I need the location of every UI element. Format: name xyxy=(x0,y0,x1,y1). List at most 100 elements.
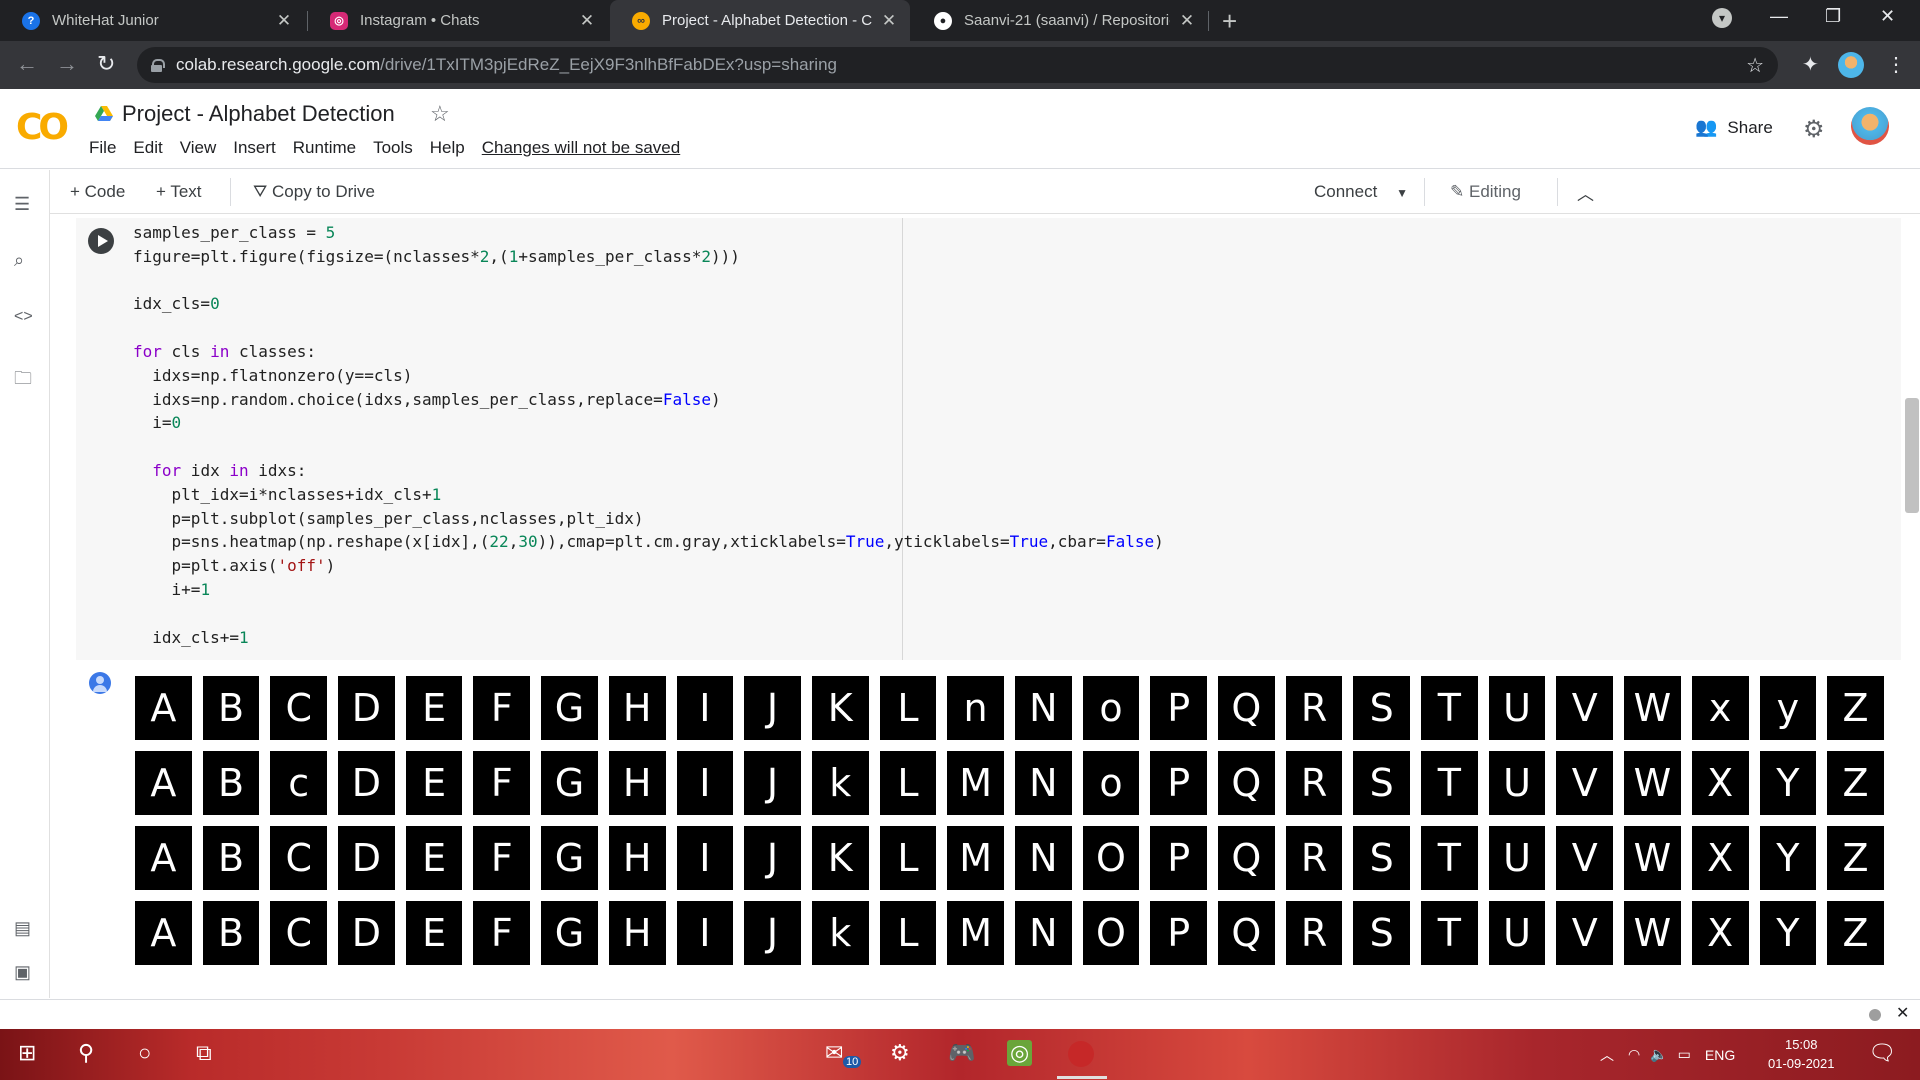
chrome-menu-icon[interactable]: ⋮ xyxy=(1886,52,1906,77)
forward-icon[interactable]: → xyxy=(56,51,78,77)
letter-sample-tile: W xyxy=(1624,676,1681,740)
code-cell[interactable]: samples_per_class = 5 figure=plt.figure(… xyxy=(76,218,1901,660)
menu-view[interactable]: View xyxy=(180,138,217,158)
letter-sample-tile: F xyxy=(473,676,531,740)
extensions-icon[interactable]: ✦ xyxy=(1802,52,1819,77)
pencil-icon: ✎ xyxy=(1450,182,1465,201)
app-icon[interactable]: ⚙ xyxy=(890,1040,910,1066)
address-bar[interactable]: colab.research.google.com/drive/1TxITM3p… xyxy=(137,47,1778,83)
collapse-header-icon[interactable]: ︿ xyxy=(1577,180,1594,205)
letter-sample-tile: V xyxy=(1556,676,1614,740)
letter-sample-tile: L xyxy=(879,676,937,740)
table-of-contents-icon[interactable]: ☰ xyxy=(14,194,30,215)
colab-logo[interactable]: CO xyxy=(16,107,69,148)
system-clock[interactable]: 15:08 01-09-2021 xyxy=(1768,1035,1835,1073)
letter-sample-tile: R xyxy=(1285,826,1343,890)
close-icon[interactable]: ✕ xyxy=(880,11,898,31)
copy-to-drive-button[interactable]: ⛛ Copy to Drive xyxy=(253,182,375,202)
star-icon[interactable]: ☆ xyxy=(430,101,450,127)
letter-sample-tile: U xyxy=(1488,751,1546,815)
browser-toolbar: ← → ↻ colab.research.google.com/drive/1T… xyxy=(0,41,1920,89)
clock-time: 15:08 xyxy=(1784,1037,1818,1052)
add-code-cell-button[interactable]: + Code xyxy=(70,182,125,202)
notifications-icon[interactable]: 🗨 xyxy=(1868,1040,1896,1066)
menu-insert[interactable]: Insert xyxy=(233,138,276,158)
letter-sample-tile: N xyxy=(1014,676,1072,740)
volume-icon[interactable]: 🔈 xyxy=(1650,1046,1667,1063)
letter-sample-tile: C xyxy=(270,826,328,890)
restore-icon[interactable]: ❐ xyxy=(1825,6,1841,27)
status-dot-icon xyxy=(1869,1009,1881,1021)
profile-avatar[interactable] xyxy=(1838,52,1864,78)
letter-sample-tile: L xyxy=(879,826,937,890)
chevron-down-icon: ▼ xyxy=(1396,186,1408,200)
tab-colab[interactable]: ∞ Project - Alphabet Detection - Co ✕ xyxy=(610,0,910,41)
letter-sample-tile: c xyxy=(270,751,328,815)
task-view-icon[interactable]: ⧉ xyxy=(196,1040,212,1066)
letter-sample-tile: Z xyxy=(1827,901,1884,965)
connect-button[interactable]: Connect ▼ xyxy=(1314,182,1408,202)
dismiss-icon[interactable]: ✕ xyxy=(1896,1003,1909,1023)
gear-icon[interactable]: ⚙ xyxy=(1803,115,1825,144)
back-icon[interactable]: ← xyxy=(16,51,38,77)
close-icon[interactable]: ✕ xyxy=(1178,11,1196,31)
terminal-icon[interactable]: ▣ xyxy=(14,962,31,983)
close-icon[interactable]: ✕ xyxy=(578,11,596,31)
editing-mode-button[interactable]: ✎ Editing xyxy=(1450,182,1521,202)
letter-sample-tile: D xyxy=(338,676,395,740)
tab-instagram[interactable]: ◎ Instagram • Chats ✕ xyxy=(308,0,608,41)
minimize-icon[interactable]: — xyxy=(1770,6,1788,27)
letter-sample-tile: Q xyxy=(1218,901,1275,965)
letter-sample-tile: G xyxy=(541,676,598,740)
files-folder-icon[interactable]: 🗀 xyxy=(14,366,32,396)
letter-sample-tile: S xyxy=(1353,751,1411,815)
notebook-title[interactable]: Project - Alphabet Detection xyxy=(122,101,395,127)
tab-github[interactable]: ● Saanvi-21 (saanvi) / Repositories ✕ xyxy=(912,0,1208,41)
reload-icon[interactable]: ↻ xyxy=(97,51,115,77)
chrome-taskbar-icon[interactable] xyxy=(1068,1041,1094,1067)
letter-sample-tile: D xyxy=(338,901,395,965)
game-controller-icon[interactable]: 🎮 xyxy=(948,1040,975,1066)
mail-icon[interactable]: ✉ 10 xyxy=(825,1040,862,1068)
bookmark-star-icon[interactable]: ☆ xyxy=(1746,53,1764,78)
add-text-cell-button[interactable]: + Text xyxy=(156,182,202,202)
github-icon: ● xyxy=(934,11,952,30)
windows-start-icon[interactable]: ⊞ xyxy=(18,1040,36,1066)
search-icon[interactable]: ⚲ xyxy=(78,1040,94,1066)
battery-icon[interactable]: ▭ xyxy=(1678,1046,1691,1063)
letter-grid-row: ABcDEFGHIJkLMNoPQRSTUVWXYZ xyxy=(135,751,1895,815)
language-indicator[interactable]: ENG xyxy=(1705,1047,1735,1063)
new-tab-button[interactable]: + xyxy=(1222,6,1237,37)
run-cell-button[interactable] xyxy=(88,228,114,254)
letter-sample-tile: H xyxy=(608,676,666,740)
spiral-app-icon[interactable]: ◎ xyxy=(1007,1040,1033,1066)
tab-whitehat[interactable]: ? WhiteHat Junior ✕ xyxy=(0,0,305,41)
unsaved-notice-link[interactable]: Changes will not be saved xyxy=(482,138,680,158)
account-avatar[interactable] xyxy=(1851,107,1889,145)
vertical-scrollbar[interactable] xyxy=(1905,398,1919,513)
menu-edit[interactable]: Edit xyxy=(133,138,162,158)
command-palette-icon[interactable]: ▤ xyxy=(14,918,31,939)
letter-sample-tile: B xyxy=(202,676,260,740)
window-close-icon[interactable]: ✕ xyxy=(1880,6,1895,27)
letter-sample-tile: x xyxy=(1691,676,1749,740)
letter-sample-tile: C xyxy=(270,676,328,740)
menu-help[interactable]: Help xyxy=(430,138,465,158)
code-editor[interactable]: samples_per_class = 5 figure=plt.figure(… xyxy=(133,221,1164,649)
search-icon[interactable]: ⌕ xyxy=(14,250,24,271)
share-button[interactable]: 👥 Share xyxy=(1695,117,1773,138)
letter-sample-tile: T xyxy=(1421,676,1478,740)
close-icon[interactable]: ✕ xyxy=(275,11,293,31)
tab-search-icon[interactable]: ▾ xyxy=(1712,8,1732,28)
wifi-icon[interactable]: ◠ xyxy=(1628,1046,1640,1063)
notebook-body: samples_per_class = 5 figure=plt.figure(… xyxy=(51,214,1903,998)
menu-runtime[interactable]: Runtime xyxy=(293,138,356,158)
show-hidden-icons[interactable]: ︿ xyxy=(1600,1045,1614,1065)
cortana-icon[interactable]: ○ xyxy=(138,1040,151,1066)
menu-file[interactable]: File xyxy=(89,138,116,158)
menu-tools[interactable]: Tools xyxy=(373,138,413,158)
letter-sample-tile: Y xyxy=(1759,751,1817,815)
letter-sample-tile: C xyxy=(270,901,328,965)
code-snippets-icon[interactable]: <> xyxy=(14,308,33,326)
people-icon: 👥 xyxy=(1695,117,1718,137)
